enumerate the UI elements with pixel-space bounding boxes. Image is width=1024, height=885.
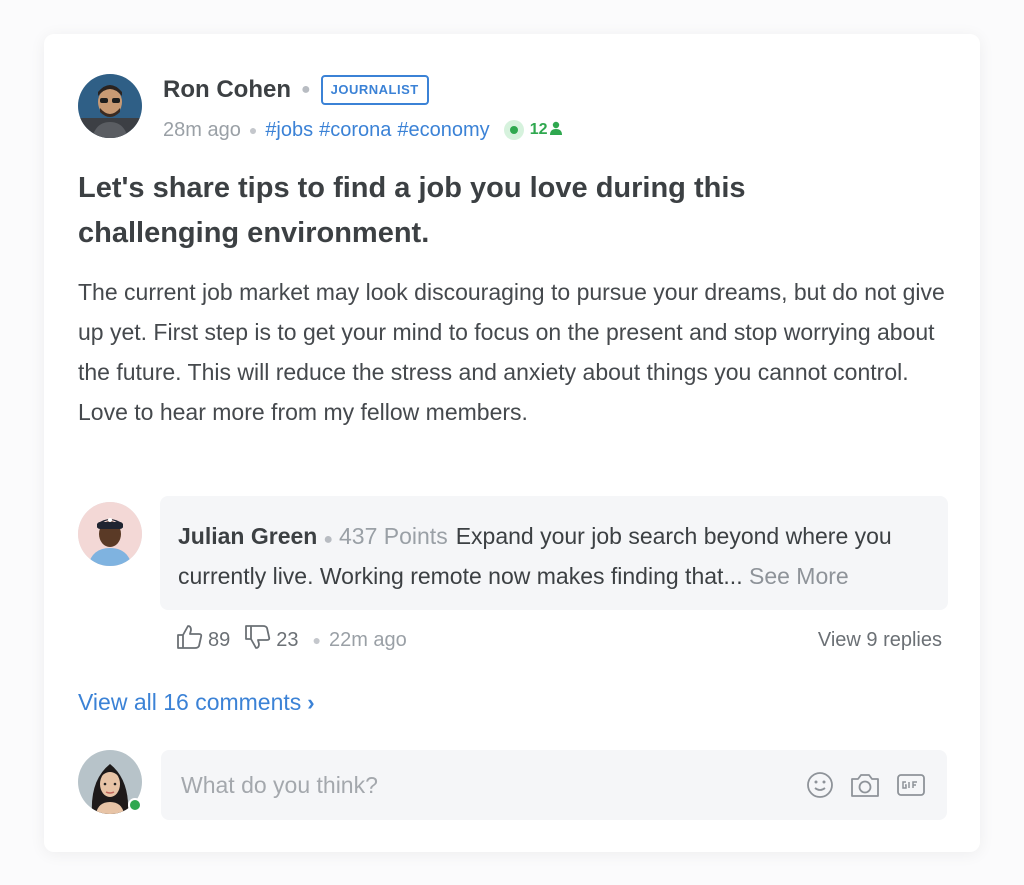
- comment-actions: 89 23 ● 22m ago View 9 replies: [176, 624, 942, 656]
- separator-dot: ●: [300, 81, 311, 98]
- online-indicator-icon: [503, 120, 524, 140]
- dislike-count: 23: [276, 628, 299, 651]
- thumbs-up-icon: [176, 624, 208, 656]
- dislike-button[interactable]: 23: [244, 624, 299, 656]
- tag-jobs[interactable]: #jobs: [265, 119, 313, 142]
- view-all-comments-link[interactable]: View all 16 comments ›: [78, 689, 315, 716]
- smiley-icon[interactable]: [805, 770, 835, 800]
- view-replies-link[interactable]: View 9 replies: [818, 629, 942, 652]
- author-name[interactable]: Ron Cohen: [163, 76, 291, 104]
- comment-composer: [161, 750, 947, 820]
- online-count-value: 12: [529, 121, 548, 138]
- person-icon: [550, 121, 563, 140]
- role-badge: JOURNALIST: [320, 75, 429, 105]
- online-status-indicator: [128, 798, 142, 812]
- post-body: The current job market may look discoura…: [78, 279, 945, 425]
- composer-icons: [805, 770, 927, 800]
- commenter-avatar[interactable]: [78, 502, 142, 566]
- commenter-name[interactable]: Julian Green: [178, 523, 317, 549]
- online-count[interactable]: 12: [503, 120, 563, 140]
- tag-corona[interactable]: #corona: [319, 119, 391, 142]
- current-user-avatar[interactable]: [78, 750, 142, 814]
- post-time: 28m ago: [163, 118, 241, 141]
- comment-time: 22m ago: [328, 628, 407, 651]
- view-all-comments-label: View all 16 comments: [78, 689, 302, 715]
- post-meta: 28m ago ● #jobs #corona #economy 12: [163, 116, 563, 144]
- separator-dot: ●: [323, 531, 333, 548]
- chevron-right-icon: ›: [307, 689, 315, 715]
- separator-dot: ●: [312, 632, 321, 648]
- separator-dot: ●: [248, 122, 258, 138]
- gif-icon[interactable]: [895, 770, 927, 800]
- thumbs-down-icon: [244, 624, 276, 656]
- commenter-points: 437 Points: [339, 523, 448, 549]
- author-row: Ron Cohen ● JOURNALIST: [163, 74, 429, 106]
- post-card: Ron Cohen ● JOURNALIST 28m ago ● #jobs #…: [44, 34, 980, 852]
- camera-icon[interactable]: [849, 770, 881, 800]
- like-button[interactable]: 89: [176, 624, 230, 656]
- author-avatar[interactable]: [78, 74, 142, 138]
- tag-economy[interactable]: #economy: [397, 119, 489, 142]
- comment-input[interactable]: [181, 771, 805, 799]
- comment-bubble: Julian Green ● 437 Points Expand your job s…: [160, 496, 948, 610]
- like-count: 89: [208, 628, 231, 651]
- see-more-link[interactable]: See More: [749, 563, 849, 589]
- post-title: Let's share tips to find a job you love …: [78, 172, 746, 249]
